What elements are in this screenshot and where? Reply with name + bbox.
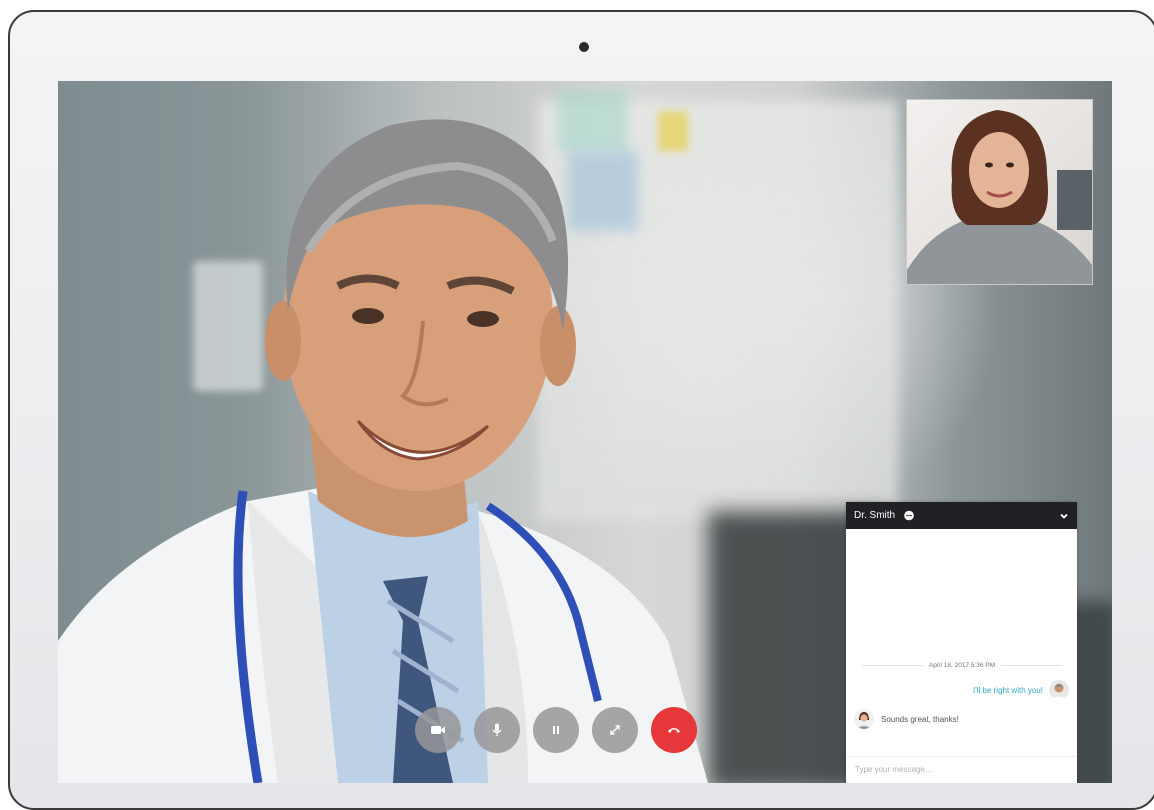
message-text: I'll be right with you! [972,685,1043,695]
fullscreen-button[interactable] [592,707,638,753]
remote-video-feed [58,119,708,783]
call-controls [415,707,697,753]
pause-button[interactable] [533,707,579,753]
video-call-screen: Dr. Smith April 18, 2017 5:36 PM I'll be… [58,81,1112,783]
chat-panel: Dr. Smith April 18, 2017 5:36 PM I'll be… [846,502,1077,783]
chat-message-outgoing: I'll be right with you! [973,680,1069,700]
self-video-feed[interactable] [906,99,1093,285]
patient-avatar [854,709,874,729]
chat-message-input[interactable] [846,756,1077,782]
microphone-toggle-button[interactable] [474,707,520,753]
chat-timestamp: April 18, 2017 5:36 PM [928,661,996,669]
pause-icon [553,726,559,734]
message-text: Sounds great, thanks! [881,714,959,724]
chat-message-incoming: Sounds great, thanks! [854,709,959,729]
video-toggle-button[interactable] [415,707,461,753]
chevron-down-icon[interactable] [1059,511,1069,521]
hang-up-icon [668,728,680,733]
end-call-button[interactable] [651,707,697,753]
webcam-icon [579,42,589,52]
chat-bubble-icon [904,510,914,520]
doctor-avatar [1049,680,1069,700]
chat-timestamp-divider: April 18, 2017 5:36 PM [862,660,1062,670]
video-camera-icon [431,726,445,734]
self-video-image [907,110,1092,284]
microphone-icon [492,723,502,736]
chat-header: Dr. Smith [846,502,1077,529]
chat-contact-name: Dr. Smith [854,510,896,521]
expand-icon [610,725,620,735]
